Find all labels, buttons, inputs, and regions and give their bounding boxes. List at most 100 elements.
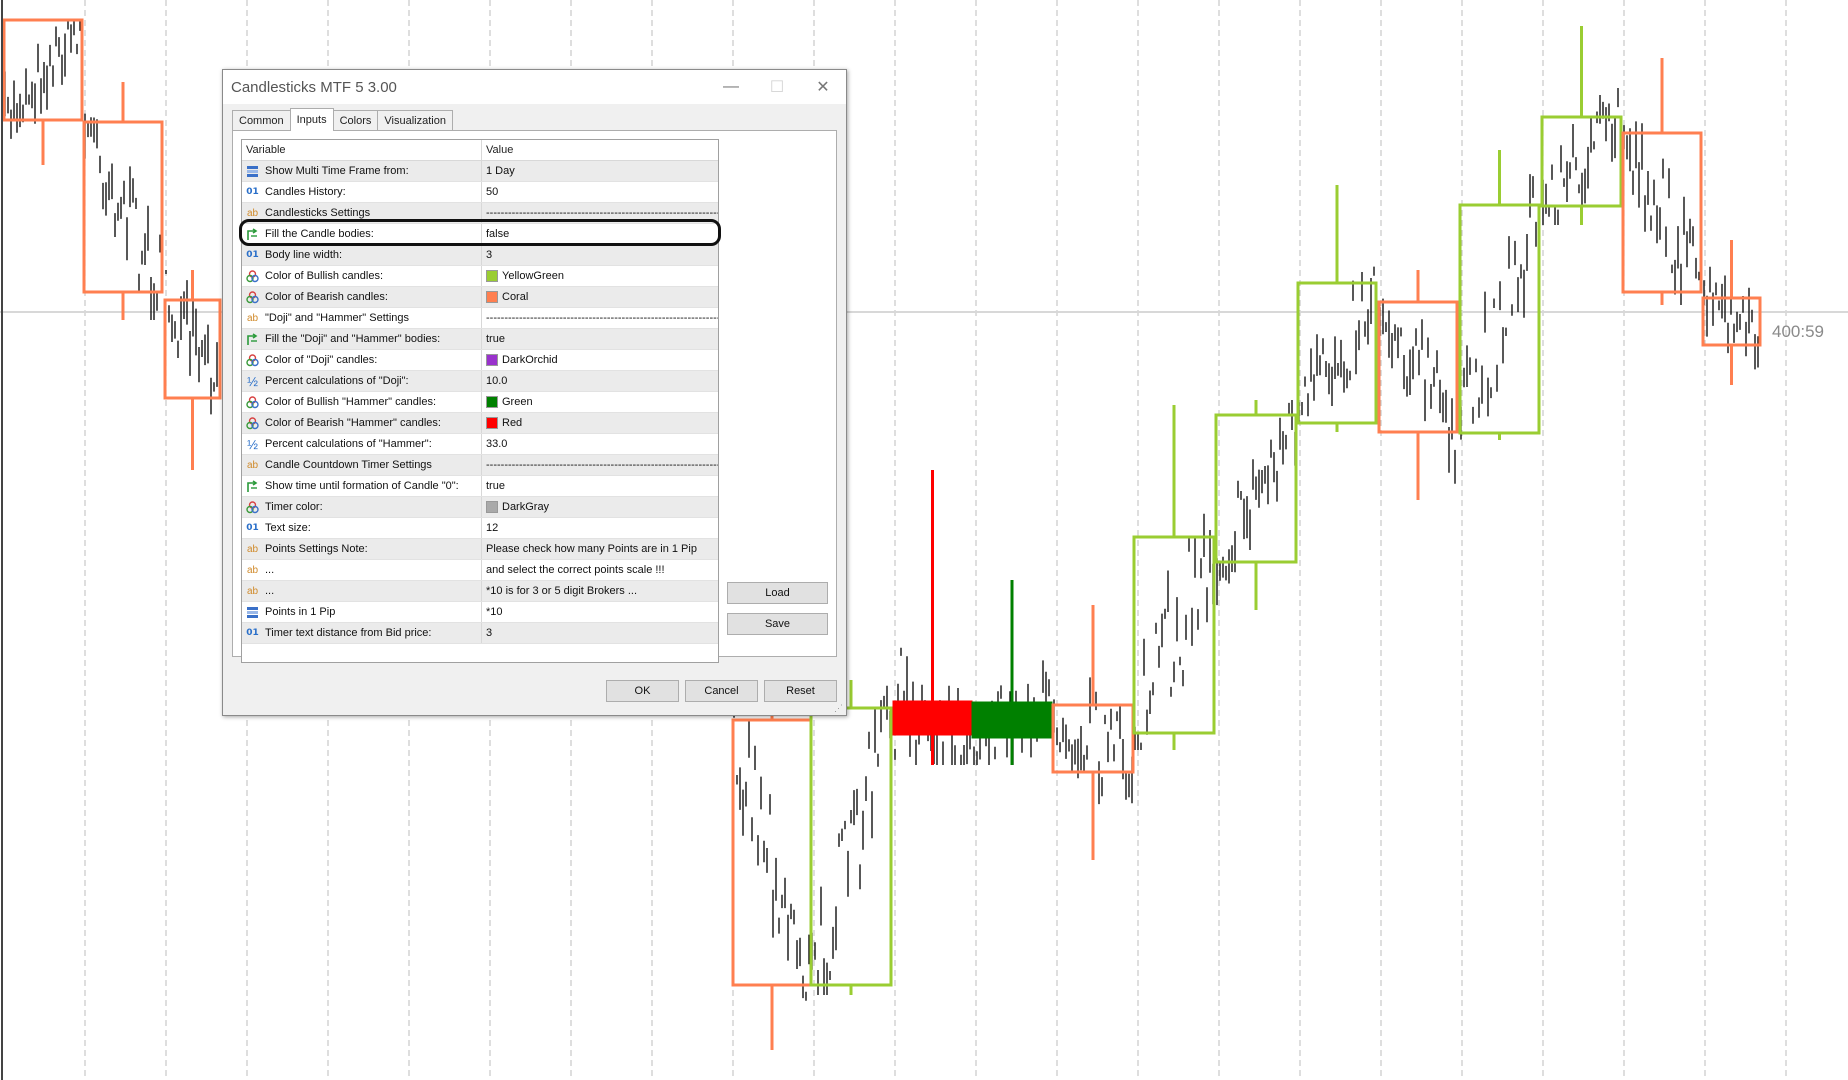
input-value-cell[interactable]: false — [482, 224, 718, 244]
input-value-cell[interactable]: Red — [482, 413, 718, 433]
input-value-cell[interactable]: 1 Day — [482, 161, 718, 181]
input-row[interactable]: ½ Percent calculations of "Doji": 10.0 — [242, 371, 718, 392]
input-variable-cell: ab Candle Countdown Timer Settings — [242, 455, 482, 475]
tab-visualization[interactable]: Visualization — [377, 110, 453, 131]
color-swatch — [486, 354, 498, 366]
input-value-text: true — [486, 480, 505, 492]
resize-grip-icon[interactable]: ⋰ — [834, 703, 844, 713]
input-value-cell[interactable]: ----------------------------------------… — [482, 203, 718, 223]
input-variable-cell: 01 Text size: — [242, 518, 482, 538]
input-row[interactable]: Show time until formation of Candle "0":… — [242, 476, 718, 497]
input-value-cell[interactable]: 10.0 — [482, 371, 718, 391]
bool-icon — [246, 479, 259, 493]
dialog-titlebar[interactable]: Candlesticks MTF 5 3.00 — ☐ ✕ — [223, 70, 846, 104]
bool-icon — [246, 227, 259, 241]
input-value-cell[interactable]: DarkOrchid — [482, 350, 718, 370]
input-variable-label: Points in 1 Pip — [265, 606, 336, 618]
input-value-text: *10 — [486, 606, 503, 618]
input-value-cell[interactable]: true — [482, 329, 718, 349]
input-value-text: ----------------------------------------… — [486, 459, 718, 471]
input-variable-cell: Color of Bullish candles: — [242, 266, 482, 286]
int-icon: 01 — [246, 250, 259, 260]
input-value-text: and select the correct points scale !!! — [486, 564, 665, 576]
input-value-cell[interactable]: Green — [482, 392, 718, 412]
string-icon: ab — [246, 312, 259, 324]
tab-common[interactable]: Common — [232, 110, 291, 131]
input-value-text: 3 — [486, 627, 493, 639]
input-row[interactable]: 01 Body line width: 3 — [242, 245, 718, 266]
input-variable-cell: ab "Doji" and "Hammer" Settings — [242, 308, 482, 328]
input-row[interactable]: Timer color: DarkGray — [242, 497, 718, 518]
input-row[interactable]: Color of Bearish "Hammer" candles: Red — [242, 413, 718, 434]
input-value-cell[interactable]: 3 — [482, 623, 718, 643]
save-button[interactable]: Save — [727, 613, 828, 635]
input-value-cell[interactable]: Coral — [482, 287, 718, 307]
input-variable-cell: 01 Body line width: — [242, 245, 482, 265]
input-variable-label: Candlesticks Settings — [265, 207, 371, 219]
input-variable-label: Color of "Doji" candles: — [265, 354, 378, 366]
input-row[interactable]: 01 Text size: 12 — [242, 518, 718, 539]
string-icon: ab — [246, 207, 259, 219]
minimize-button[interactable]: — — [708, 70, 754, 104]
input-value-cell[interactable]: 12 — [482, 518, 718, 538]
close-button[interactable]: ✕ — [800, 70, 846, 104]
mtf-candle-body — [1051, 703, 1135, 774]
input-row[interactable]: ab Points Settings Note: Please check how … — [242, 539, 718, 560]
color-icon — [246, 353, 259, 367]
input-row[interactable]: Fill the Candle bodies: false — [242, 224, 718, 245]
input-row[interactable]: ab Candlesticks Settings -----------------… — [242, 203, 718, 224]
input-variable-cell: Show Multi Time Frame from: — [242, 161, 482, 181]
input-value-cell[interactable]: 50 — [482, 182, 718, 202]
input-variable-label: Color of Bearish candles: — [265, 291, 388, 303]
input-value-cell[interactable]: ----------------------------------------… — [482, 455, 718, 475]
reset-button[interactable]: Reset — [764, 680, 837, 702]
input-variable-label: Show time until formation of Candle "0": — [265, 480, 459, 492]
input-row[interactable]: Color of "Doji" candles: DarkOrchid — [242, 350, 718, 371]
input-value-cell[interactable]: DarkGray — [482, 497, 718, 517]
input-row[interactable]: 01 Timer text distance from Bid price: 3 — [242, 623, 718, 644]
candle-timer-label: 400:59 — [1772, 322, 1824, 341]
input-value-cell[interactable]: ----------------------------------------… — [482, 308, 718, 328]
input-row[interactable]: Color of Bearish candles: Coral — [242, 287, 718, 308]
input-row[interactable]: 01 Candles History: 50 — [242, 182, 718, 203]
input-variable-cell: 01 Timer text distance from Bid price: — [242, 623, 482, 643]
input-row[interactable]: Fill the "Doji" and "Hammer" bodies: true — [242, 329, 718, 350]
input-value-cell[interactable]: true — [482, 476, 718, 496]
input-row[interactable]: ab... and select the correct points scale… — [242, 560, 718, 581]
cancel-button[interactable]: Cancel — [685, 680, 758, 702]
maximize-button: ☐ — [769, 79, 785, 96]
input-variable-label: ... — [265, 564, 275, 576]
input-value-cell[interactable]: Please check how many Points are in 1 Pi… — [482, 539, 718, 559]
ok-button[interactable]: OK — [606, 680, 679, 702]
input-row[interactable]: Color of Bullish candles: YellowGreen — [242, 266, 718, 287]
color-icon — [246, 500, 259, 514]
input-row[interactable]: Points in 1 Pip *10 — [242, 602, 718, 623]
color-swatch — [486, 291, 498, 303]
enum-icon — [246, 606, 259, 619]
input-row[interactable]: ab Candle Countdown Timer Settings -------… — [242, 455, 718, 476]
mtf-candle-body — [971, 701, 1053, 739]
input-value-cell[interactable]: 3 — [482, 245, 718, 265]
input-value-cell[interactable]: *10 — [482, 602, 718, 622]
load-button[interactable]: Load — [727, 582, 828, 604]
input-value-cell[interactable]: *10 is for 3 or 5 digit Brokers ... — [482, 581, 718, 601]
input-value-text: true — [486, 333, 505, 345]
input-variable-label: Candle Countdown Timer Settings — [265, 459, 432, 471]
input-value-text: 33.0 — [486, 438, 508, 450]
input-row[interactable]: Show Multi Time Frame from: 1 Day — [242, 161, 718, 182]
input-row[interactable]: ab... *10 is for 3 or 5 digit Brokers ... — [242, 581, 718, 602]
input-row[interactable]: ½ Percent calculations of "Hammer": 33.0 — [242, 434, 718, 455]
input-row[interactable]: Color of Bullish "Hammer" candles: Green — [242, 392, 718, 413]
input-variable-label: Show Multi Time Frame from: — [265, 165, 409, 177]
input-row[interactable]: ab "Doji" and "Hammer" Settings ----------… — [242, 308, 718, 329]
column-header-variable[interactable]: Variable — [242, 140, 482, 160]
input-value-cell[interactable]: and select the correct points scale !!! — [482, 560, 718, 580]
tab-inputs[interactable]: Inputs — [289, 108, 334, 131]
color-icon — [246, 290, 259, 304]
input-variable-cell: ab Points Settings Note: — [242, 539, 482, 559]
tab-colors[interactable]: Colors — [332, 110, 379, 131]
input-value-text: Green — [502, 396, 533, 408]
column-header-value[interactable]: Value — [482, 140, 718, 160]
input-value-cell[interactable]: YellowGreen — [482, 266, 718, 286]
input-value-cell[interactable]: 33.0 — [482, 434, 718, 454]
